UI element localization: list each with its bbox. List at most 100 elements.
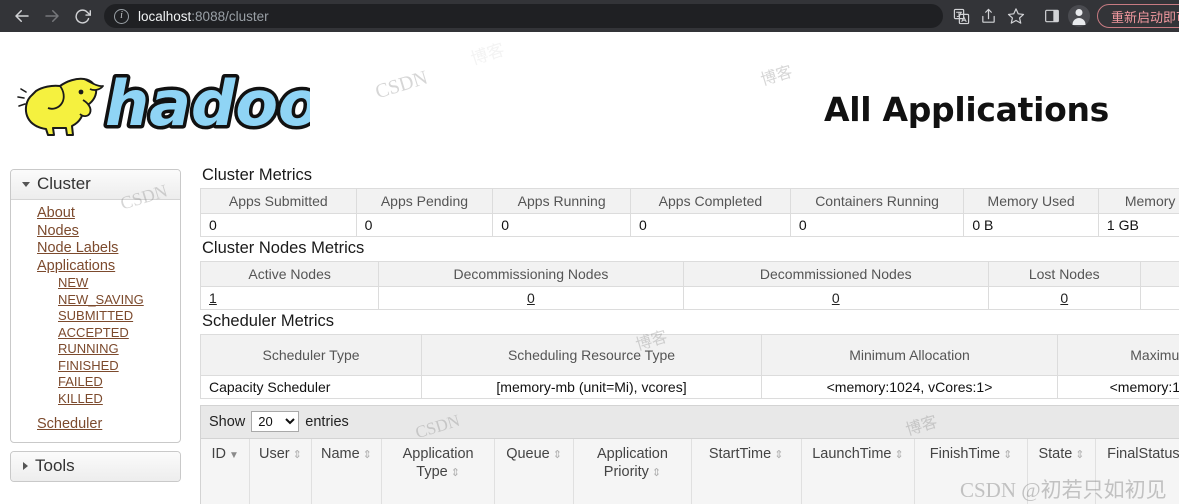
sort-both-icon: ⇕ bbox=[552, 449, 562, 461]
sort-desc-icon: ▼ bbox=[228, 450, 239, 461]
avatar bbox=[1067, 5, 1090, 27]
navigation-buttons bbox=[8, 2, 96, 30]
th-starttime-label: StartTime bbox=[708, 446, 772, 462]
th-name[interactable]: Name ⇕ bbox=[311, 439, 383, 504]
address-bar[interactable]: i localhost:8088/cluster bbox=[104, 4, 943, 28]
side-panel-icon[interactable] bbox=[1039, 3, 1065, 29]
th-application-priority[interactable]: Application Priority ⇕ bbox=[573, 439, 692, 504]
sort-both-icon: ⇕ bbox=[1075, 449, 1085, 461]
col-active-nodes: Active Nodes bbox=[199, 261, 380, 287]
profile-avatar-icon[interactable] bbox=[1066, 3, 1092, 29]
forward-arrow-icon bbox=[43, 7, 61, 25]
sidebar: Cluster About Nodes Node Labels Applicat… bbox=[10, 169, 181, 490]
th-finishtime[interactable]: FinishTime ⇕ bbox=[914, 439, 1028, 504]
th-launchtime-label: LaunchTime bbox=[812, 446, 892, 462]
val-maximum-allocation: <memory:1024, vCores:1> bbox=[1057, 375, 1179, 399]
sidebar-item-nodes[interactable]: Nodes bbox=[11, 223, 180, 241]
sidebar-item-accepted[interactable]: ACCEPTED bbox=[11, 325, 180, 342]
reload-icon bbox=[74, 8, 91, 25]
cluster-metrics-header-row: Apps Submitted Apps Pending Apps Running… bbox=[200, 188, 1179, 214]
browser-toolbar-right: 重新启动即可 bbox=[949, 3, 1179, 29]
th-application-type[interactable]: Application Type ⇕ bbox=[381, 439, 495, 504]
translate-icon[interactable] bbox=[949, 3, 975, 29]
browser-toolbar: i localhost:8088/cluster 重新启动即可 bbox=[0, 0, 1179, 32]
sort-both-icon: ⇕ bbox=[894, 449, 904, 461]
col-memory-used: Memory Used bbox=[963, 188, 1099, 214]
sidebar-tools-title: Tools bbox=[35, 455, 75, 475]
val-scheduler-type: Capacity Scheduler bbox=[200, 375, 422, 399]
th-finalstatus[interactable]: FinalStatus⇕ bbox=[1095, 439, 1179, 504]
sidebar-item-new[interactable]: NEW bbox=[11, 275, 180, 292]
forward-button[interactable] bbox=[38, 2, 66, 30]
sidebar-item-killed[interactable]: KILLED bbox=[11, 391, 180, 408]
val-memory-used: 0 B bbox=[963, 213, 1099, 237]
col-apps-running: Apps Running bbox=[492, 188, 632, 214]
url-text: localhost:8088/cluster bbox=[138, 9, 269, 24]
hadoop-wordmark: hadoop hadoop bbox=[102, 67, 311, 139]
th-starttime[interactable]: StartTime ⇕ bbox=[691, 439, 802, 504]
sidebar-item-finished[interactable]: FINISHED bbox=[11, 358, 180, 375]
page-size-select[interactable]: 20406080100 bbox=[251, 411, 300, 432]
th-application-type-label: Application Type bbox=[402, 446, 474, 480]
th-launchtime[interactable]: LaunchTime ⇕ bbox=[801, 439, 916, 504]
scheduler-metrics-title: Scheduler Metrics bbox=[202, 312, 335, 330]
th-state[interactable]: State ⇕ bbox=[1027, 439, 1097, 504]
val-lost-nodes[interactable]: 0 bbox=[1060, 290, 1068, 306]
val-scheduling-resource-type: [memory-mb (unit=Mi), vcores] bbox=[421, 375, 762, 399]
sidebar-item-applications[interactable]: Applications bbox=[11, 258, 180, 276]
sidebar-cluster-header[interactable]: Cluster bbox=[11, 170, 180, 200]
col-minimum-allocation: Minimum Allocation bbox=[761, 334, 1058, 376]
cluster-metrics-title: Cluster Metrics bbox=[202, 166, 313, 184]
scheduler-metrics-header-row: Scheduler Type Scheduling Resource Type … bbox=[200, 334, 1179, 376]
sidebar-item-failed[interactable]: FAILED bbox=[11, 374, 180, 391]
sidebar-item-submitted[interactable]: SUBMITTED bbox=[11, 308, 180, 325]
sidebar-item-running[interactable]: RUNNING bbox=[11, 341, 180, 358]
star-icon[interactable] bbox=[1003, 3, 1029, 29]
hadoop-elephant-icon bbox=[17, 77, 104, 136]
applications-table-header-row: ID ▼ User ⇕ Name ⇕ Application Type ⇕ Queue ⇕… bbox=[201, 439, 1179, 504]
th-queue-label: Queue bbox=[506, 446, 550, 462]
show-label: Show bbox=[209, 413, 246, 430]
sidebar-tools-header[interactable]: Tools bbox=[11, 451, 180, 481]
col-lost-nodes: Lost Nodes bbox=[988, 261, 1141, 287]
entries-label: entries bbox=[305, 413, 349, 430]
val-containers-running: 0 bbox=[790, 213, 965, 237]
val-apps-pending: 0 bbox=[356, 213, 494, 237]
restart-button[interactable]: 重新启动即可 bbox=[1096, 4, 1179, 28]
chevron-down-icon bbox=[22, 181, 30, 187]
reload-button[interactable] bbox=[68, 2, 96, 30]
site-info-icon[interactable]: i bbox=[114, 8, 129, 24]
sort-both-icon: ⇕ bbox=[651, 467, 662, 479]
col-decommissioning-nodes: Decommissioning Nodes bbox=[378, 261, 684, 287]
page-header: hadoop hadoop All Applications bbox=[0, 32, 1179, 139]
th-finishtime-label: FinishTime bbox=[929, 446, 1001, 462]
val-active-nodes[interactable]: 1 bbox=[209, 290, 217, 306]
sidebar-item-scheduler[interactable]: Scheduler bbox=[11, 416, 180, 434]
sidebar-panel-cluster: Cluster About Nodes Node Labels Applicat… bbox=[10, 169, 181, 443]
th-user[interactable]: User ⇕ bbox=[249, 439, 312, 504]
val-decommissioned-nodes[interactable]: 0 bbox=[832, 290, 840, 306]
th-finalstatus-label: FinalStatus bbox=[1107, 446, 1179, 462]
back-button[interactable] bbox=[8, 2, 36, 30]
cluster-nodes-metrics-table: Active Nodes Decommissioning Nodes Decom… bbox=[199, 261, 1179, 310]
col-memory-total: Memory Total bbox=[1098, 188, 1179, 214]
val-decommissioning-nodes[interactable]: 0 bbox=[527, 290, 535, 306]
cluster-metrics-table: Apps Submitted Apps Pending Apps Running… bbox=[200, 188, 1179, 237]
val-memory-total: 1 GB bbox=[1098, 213, 1179, 237]
hadoop-logo[interactable]: hadoop hadoop bbox=[10, 67, 310, 139]
sort-both-icon: ⇕ bbox=[774, 449, 784, 461]
col-apps-submitted: Apps Submitted bbox=[200, 188, 357, 214]
sidebar-item-about[interactable]: About bbox=[11, 205, 180, 223]
val-apps-completed: 0 bbox=[630, 213, 791, 237]
sidebar-item-new-saving[interactable]: NEW_SAVING bbox=[11, 292, 180, 309]
cluster-nodes-metrics-title: Cluster Nodes Metrics bbox=[202, 239, 365, 257]
share-icon[interactable] bbox=[976, 3, 1002, 29]
val-apps-submitted: 0 bbox=[200, 213, 357, 237]
cluster-nodes-value-row: 1 0 0 0 0 0 bbox=[199, 286, 1179, 310]
th-id-label: ID bbox=[211, 446, 226, 462]
sidebar-item-node-labels[interactable]: Node Labels bbox=[11, 240, 180, 258]
scheduler-metrics-value-row: Capacity Scheduler [memory-mb (unit=Mi),… bbox=[200, 375, 1179, 399]
chevron-right-icon bbox=[23, 461, 28, 470]
th-id[interactable]: ID ▼ bbox=[201, 439, 251, 504]
th-queue[interactable]: Queue ⇕ bbox=[494, 439, 575, 504]
